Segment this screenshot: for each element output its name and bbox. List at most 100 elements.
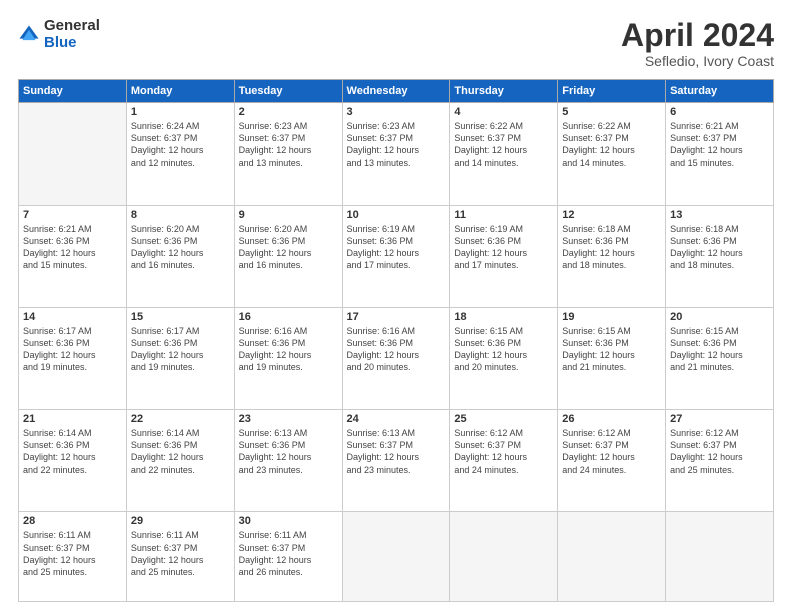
day-number: 28: [23, 515, 122, 527]
logo-general: General: [44, 18, 100, 35]
calendar-day-cell: 6 Sunrise: 6:21 AM Sunset: 6:37 PM Daylig…: [666, 103, 774, 205]
day-number: 10: [347, 209, 446, 221]
day-number: 6: [670, 106, 769, 118]
day-number: 22: [131, 413, 230, 425]
day-number: 26: [562, 413, 661, 425]
day-info: Sunrise: 6:14 AM Sunset: 6:36 PM Dayligh…: [131, 427, 230, 476]
day-info: Sunrise: 6:23 AM Sunset: 6:37 PM Dayligh…: [347, 120, 446, 169]
day-info: Sunrise: 6:12 AM Sunset: 6:37 PM Dayligh…: [670, 427, 769, 476]
day-info: Sunrise: 6:17 AM Sunset: 6:36 PM Dayligh…: [23, 325, 122, 374]
calendar-day-cell: 9Sunrise: 6:20 AM Sunset: 6:36 PM Daylig…: [234, 205, 342, 307]
calendar-header-row: SundayMondayTuesdayWednesdayThursdayFrid…: [19, 80, 774, 103]
calendar-day-cell: [558, 512, 666, 602]
calendar-day-cell: 29 Sunrise: 6:11 AM Sunset: 6:37 PM Dayli…: [126, 512, 234, 602]
calendar-day-cell: 28 Sunrise: 6:11 AM Sunset: 6:37 PM Dayli…: [19, 512, 127, 602]
day-info: Sunrise: 6:19 AM Sunset: 6:36 PM Dayligh…: [454, 223, 553, 272]
day-number: 13: [670, 209, 769, 221]
calendar-day-cell: 20Sunrise: 6:15 AM Sunset: 6:36 PM Dayli…: [666, 307, 774, 409]
day-info: Sunrise: 6:19 AM Sunset: 6:36 PM Dayligh…: [347, 223, 446, 272]
day-number: 15: [131, 311, 230, 323]
day-info: Sunrise: 6:12 AM Sunset: 6:37 PM Dayligh…: [454, 427, 553, 476]
day-number: 29: [131, 515, 230, 527]
day-info: Sunrise: 6:11 AM Sunset: 6:37 PM Dayligh…: [131, 529, 230, 578]
calendar-day-cell: 11 Sunrise: 6:19 AM Sunset: 6:36 PM Dayli…: [450, 205, 558, 307]
day-number: 19: [562, 311, 661, 323]
day-number: 1: [131, 106, 230, 118]
day-info: Sunrise: 6:15 AM Sunset: 6:36 PM Dayligh…: [670, 325, 769, 374]
calendar-header-tuesday: Tuesday: [234, 80, 342, 103]
calendar-day-cell: 21Sunrise: 6:14 AM Sunset: 6:36 PM Dayli…: [19, 410, 127, 512]
calendar-table: SundayMondayTuesdayWednesdayThursdayFrid…: [18, 79, 774, 602]
day-info: Sunrise: 6:20 AM Sunset: 6:36 PM Dayligh…: [239, 223, 338, 272]
day-info: Sunrise: 6:17 AM Sunset: 6:36 PM Dayligh…: [131, 325, 230, 374]
day-info: Sunrise: 6:16 AM Sunset: 6:36 PM Dayligh…: [347, 325, 446, 374]
calendar-day-cell: 14 Sunrise: 6:17 AM Sunset: 6:36 PM Dayli…: [19, 307, 127, 409]
calendar-day-cell: 7Sunrise: 6:21 AM Sunset: 6:36 PM Daylig…: [19, 205, 127, 307]
calendar-day-cell: 30Sunrise: 6:11 AM Sunset: 6:37 PM Dayli…: [234, 512, 342, 602]
day-number: 25: [454, 413, 553, 425]
calendar-day-cell: [666, 512, 774, 602]
calendar-day-cell: 22 Sunrise: 6:14 AM Sunset: 6:36 PM Dayli…: [126, 410, 234, 512]
calendar-day-cell: 1Sunrise: 6:24 AM Sunset: 6:37 PM Daylig…: [126, 103, 234, 205]
logo-blue: Blue: [44, 35, 100, 52]
day-info: Sunrise: 6:16 AM Sunset: 6:36 PM Dayligh…: [239, 325, 338, 374]
calendar-week-row: 14 Sunrise: 6:17 AM Sunset: 6:36 PM Dayli…: [19, 307, 774, 409]
calendar-header-saturday: Saturday: [666, 80, 774, 103]
day-info: Sunrise: 6:11 AM Sunset: 6:37 PM Dayligh…: [23, 529, 122, 578]
calendar-day-cell: 15 Sunrise: 6:17 AM Sunset: 6:36 PM Dayli…: [126, 307, 234, 409]
day-info: Sunrise: 6:21 AM Sunset: 6:37 PM Dayligh…: [670, 120, 769, 169]
page: General Blue April 2024 Sefledio, Ivory …: [0, 0, 792, 612]
calendar-day-cell: [342, 512, 450, 602]
day-number: 21: [23, 413, 122, 425]
day-info: Sunrise: 6:18 AM Sunset: 6:36 PM Dayligh…: [562, 223, 661, 272]
calendar-week-row: 1Sunrise: 6:24 AM Sunset: 6:37 PM Daylig…: [19, 103, 774, 205]
day-number: 27: [670, 413, 769, 425]
day-info: Sunrise: 6:22 AM Sunset: 6:37 PM Dayligh…: [454, 120, 553, 169]
day-info: Sunrise: 6:11 AM Sunset: 6:37 PM Dayligh…: [239, 529, 338, 578]
calendar-day-cell: 27 Sunrise: 6:12 AM Sunset: 6:37 PM Dayli…: [666, 410, 774, 512]
calendar-day-cell: 2 Sunrise: 6:23 AM Sunset: 6:37 PM Daylig…: [234, 103, 342, 205]
calendar-day-cell: 5 Sunrise: 6:22 AM Sunset: 6:37 PM Daylig…: [558, 103, 666, 205]
title-block: April 2024 Sefledio, Ivory Coast: [621, 18, 774, 69]
calendar-header-friday: Friday: [558, 80, 666, 103]
day-info: Sunrise: 6:23 AM Sunset: 6:37 PM Dayligh…: [239, 120, 338, 169]
day-info: Sunrise: 6:22 AM Sunset: 6:37 PM Dayligh…: [562, 120, 661, 169]
day-number: 24: [347, 413, 446, 425]
calendar-day-cell: 12 Sunrise: 6:18 AM Sunset: 6:36 PM Dayli…: [558, 205, 666, 307]
day-number: 3: [347, 106, 446, 118]
calendar-header-sunday: Sunday: [19, 80, 127, 103]
day-info: Sunrise: 6:15 AM Sunset: 6:36 PM Dayligh…: [454, 325, 553, 374]
day-number: 16: [239, 311, 338, 323]
calendar-day-cell: 16 Sunrise: 6:16 AM Sunset: 6:36 PM Dayli…: [234, 307, 342, 409]
day-info: Sunrise: 6:21 AM Sunset: 6:36 PM Dayligh…: [23, 223, 122, 272]
day-info: Sunrise: 6:12 AM Sunset: 6:37 PM Dayligh…: [562, 427, 661, 476]
calendar-day-cell: 24 Sunrise: 6:13 AM Sunset: 6:37 PM Dayli…: [342, 410, 450, 512]
day-number: 8: [131, 209, 230, 221]
day-number: 14: [23, 311, 122, 323]
day-info: Sunrise: 6:13 AM Sunset: 6:37 PM Dayligh…: [347, 427, 446, 476]
calendar-day-cell: 3 Sunrise: 6:23 AM Sunset: 6:37 PM Daylig…: [342, 103, 450, 205]
day-number: 12: [562, 209, 661, 221]
calendar-day-cell: 4 Sunrise: 6:22 AM Sunset: 6:37 PM Daylig…: [450, 103, 558, 205]
day-number: 11: [454, 209, 553, 221]
calendar-day-cell: 8 Sunrise: 6:20 AM Sunset: 6:36 PM Daylig…: [126, 205, 234, 307]
calendar-week-row: 21 Sunrise: 6:14 AM Sunset: 6:36 PM Dayli…: [19, 410, 774, 512]
month-title: April 2024: [621, 18, 774, 53]
calendar-header-monday: Monday: [126, 80, 234, 103]
calendar-day-cell: [450, 512, 558, 602]
logo: General Blue: [18, 18, 100, 51]
day-info: Sunrise: 6:20 AM Sunset: 6:36 PM Dayligh…: [131, 223, 230, 272]
calendar-header-thursday: Thursday: [450, 80, 558, 103]
logo-icon: [18, 24, 40, 46]
day-number: 17: [347, 311, 446, 323]
day-number: 2: [239, 106, 338, 118]
day-info: Sunrise: 6:15 AM Sunset: 6:36 PM Dayligh…: [562, 325, 661, 374]
calendar-day-cell: [19, 103, 127, 205]
calendar-day-cell: 17 Sunrise: 6:16 AM Sunset: 6:36 PM Dayli…: [342, 307, 450, 409]
day-number: 5: [562, 106, 661, 118]
calendar-header-wednesday: Wednesday: [342, 80, 450, 103]
calendar-day-cell: 13Sunrise: 6:18 AM Sunset: 6:36 PM Dayli…: [666, 205, 774, 307]
calendar-day-cell: 25 Sunrise: 6:12 AM Sunset: 6:37 PM Dayli…: [450, 410, 558, 512]
day-number: 4: [454, 106, 553, 118]
calendar-week-row: 28 Sunrise: 6:11 AM Sunset: 6:37 PM Dayli…: [19, 512, 774, 602]
